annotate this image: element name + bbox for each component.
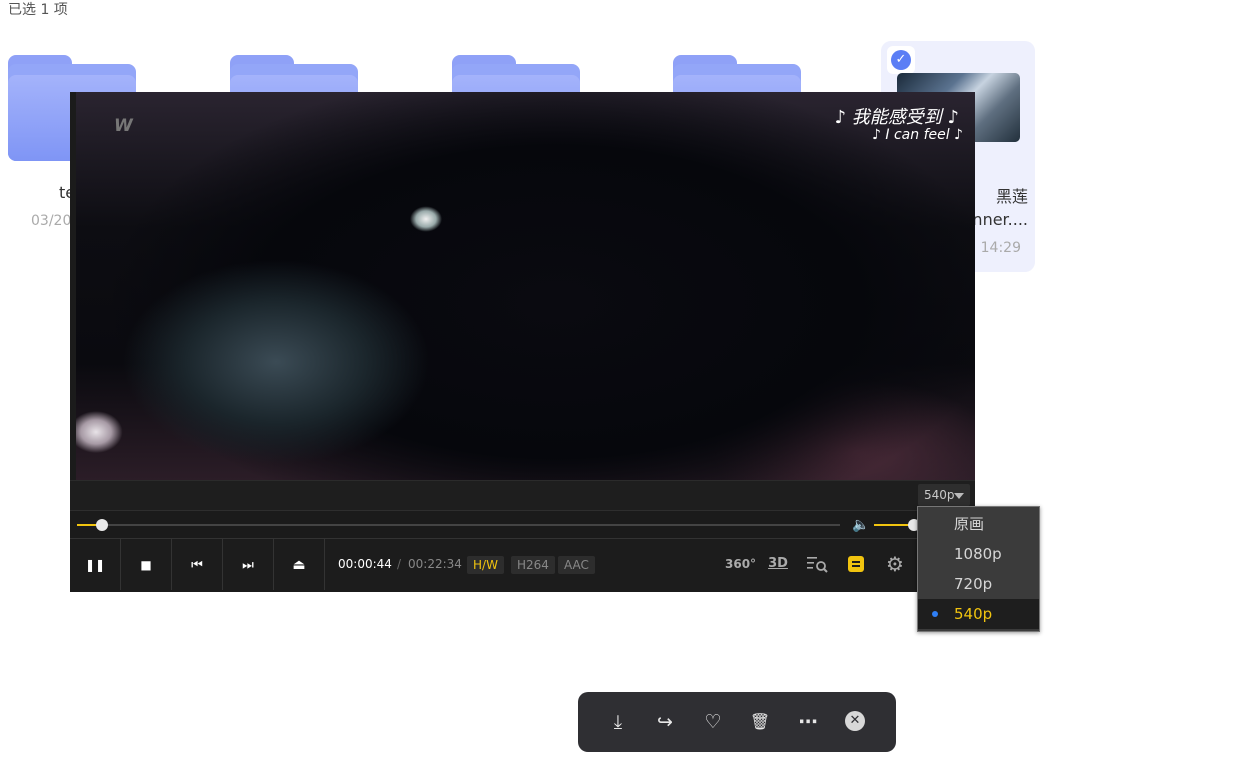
favorite-button[interactable]: ♡ (698, 707, 728, 737)
more-icon: ⋯ (798, 711, 818, 733)
resolution-menu: 原画 1080p 720p 540p (917, 506, 1040, 632)
playlist-search-button[interactable] (805, 551, 829, 577)
next-button[interactable]: ⏭ (223, 539, 274, 590)
audio-codec-badge: AAC (558, 556, 595, 574)
eject-button[interactable]: ⏏ (274, 539, 325, 590)
download-icon: ⤓ (613, 711, 623, 733)
file-name-line2: nner.... (972, 210, 1028, 229)
close-icon: ✕ (849, 713, 861, 728)
video-player: W ♪ 我能感受到 ♪ ♪ I can feel ♪ 540p 🔈 ❚❚ ■ ⏮… (70, 92, 975, 592)
subtitle-line1: ♪ 我能感受到 ♪ (834, 107, 959, 128)
file-date: 14:29 (980, 240, 1021, 256)
resolution-button[interactable]: 540p (918, 484, 970, 506)
close-selection-button[interactable]: ✕ (845, 711, 865, 731)
heart-icon: ♡ (704, 711, 722, 733)
video-codec-badge: H264 (511, 556, 555, 574)
selection-checkbox[interactable]: ✓ (887, 46, 915, 74)
3d-button[interactable]: 3D (767, 551, 789, 577)
stop-button[interactable]: ■ (121, 539, 172, 590)
video-frame[interactable]: W ♪ 我能感受到 ♪ ♪ I can feel ♪ (76, 92, 975, 480)
subtitle-icon[interactable] (848, 556, 864, 572)
resolution-option[interactable]: 720p (918, 569, 1039, 599)
3d-icon: 3D (768, 556, 788, 571)
selected-dot-icon (932, 611, 938, 617)
settings-icon[interactable]: ⚙ (886, 551, 904, 577)
hw-decode-badge[interactable]: H/W (467, 556, 504, 574)
delete-button[interactable]: 🗑 (745, 707, 775, 737)
trash-icon: 🗑 (749, 712, 771, 731)
total-time: 00:22:34 (408, 557, 462, 571)
seek-handle[interactable] (95, 519, 108, 531)
time-separator: / (397, 557, 402, 571)
eject-icon: ⏏ (292, 557, 306, 573)
file-name-line1: 黑莲 (995, 187, 1028, 206)
vr-360-icon: 360° (725, 557, 757, 571)
checkmark-icon: ✓ (891, 50, 911, 70)
volume-icon[interactable]: 🔈 (852, 517, 869, 533)
share-icon: ↪ (657, 711, 673, 733)
progress-row: 🔈 (70, 510, 975, 539)
previous-button[interactable]: ⏮ (172, 539, 223, 590)
skip-back-icon: ⏮ (191, 558, 203, 573)
pause-icon: ❚❚ (84, 558, 106, 572)
resolution-label: 540p (924, 488, 955, 502)
download-button[interactable]: ⤓ (603, 707, 633, 737)
seek-bar[interactable] (77, 519, 840, 531)
more-button[interactable]: ⋯ (793, 707, 823, 737)
skip-forward-icon: ⏭ (242, 558, 254, 573)
resolution-option[interactable]: 1080p (918, 539, 1039, 569)
file-action-bar: ⤓ ↪ ♡ 🗑 ⋯ ✕ (578, 692, 896, 752)
watermark-logo: W (114, 116, 133, 136)
pause-button[interactable]: ❚❚ (70, 539, 121, 590)
stop-icon: ■ (140, 558, 152, 572)
subtitle-line2: ♪ I can feel ♪ (872, 127, 963, 143)
resolution-option-selected[interactable]: 540p (918, 599, 1039, 629)
resolution-option[interactable]: 原画 (918, 509, 1039, 539)
selection-count: 已选 1 项 (8, 2, 68, 18)
vr-360-button[interactable]: 360° (725, 551, 757, 577)
share-button[interactable]: ↪ (650, 707, 680, 737)
playlist-search-icon (807, 557, 828, 573)
info-strip (70, 480, 975, 511)
caret-down-icon (954, 493, 964, 499)
current-time: 00:00:44 (338, 557, 392, 571)
control-bar: ❚❚ ■ ⏮ ⏭ ⏏ 00:00:44 / 00:22:34 H/W H264 … (70, 538, 975, 590)
folder-date: 03/20 (31, 213, 72, 229)
